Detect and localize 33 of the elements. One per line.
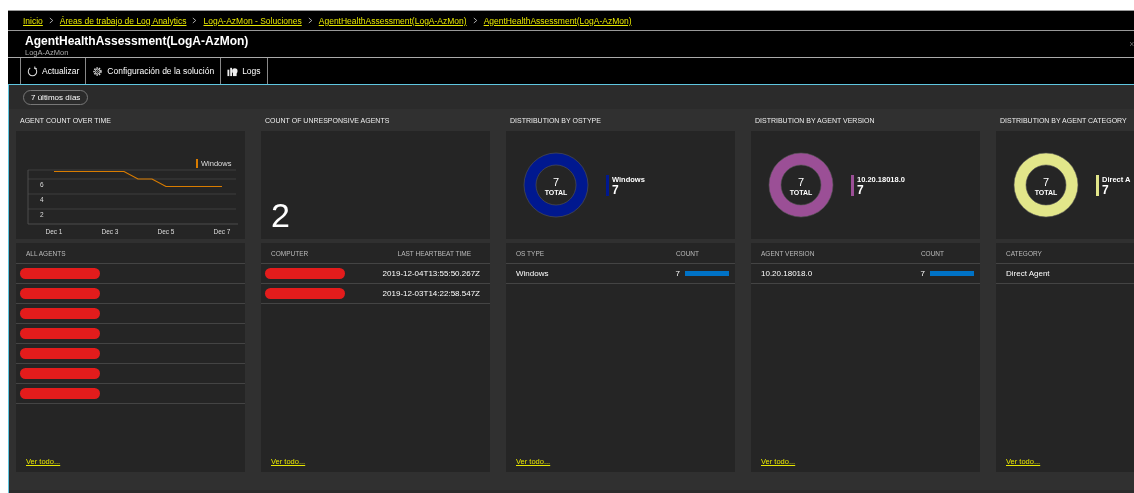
breadcrumb-link[interactable]: Áreas de trabajo de Log Analytics <box>59 15 187 26</box>
breadcrumb-link[interactable]: LogA-AzMon - Soluciones <box>203 15 302 26</box>
time-filter-button[interactable]: 7 últimos días <box>23 89 89 105</box>
agent-count-value: 2 <box>271 196 290 235</box>
donut-total-value: 7 <box>797 176 805 188</box>
legend-value: 7 <box>857 183 865 196</box>
legend-value: 7 <box>612 183 620 196</box>
chevron-icon <box>472 17 478 24</box>
legend-swatch <box>1096 174 1099 196</box>
chevron-icon <box>307 17 313 24</box>
breadcrumb-link[interactable]: Inicio <box>23 15 43 26</box>
table-cell-text: 2019-12-03T14:22:58.547Z <box>381 289 481 298</box>
legend-value: 7 <box>1102 183 1110 196</box>
chevron-icon <box>48 17 54 24</box>
chevron-icon <box>192 17 198 24</box>
blade-title: AgentHealthAssessment(LogA-AzMon) <box>25 34 249 48</box>
refresh-icon <box>27 65 38 77</box>
donut-total-value: 7 <box>1042 176 1050 188</box>
close-icon[interactable] <box>1130 39 1134 49</box>
legend-swatch <box>851 174 854 196</box>
breadcrumb-link[interactable]: AgentHealthAssessment(LogA-AzMon) <box>318 15 467 26</box>
table-cell-text: 2019-12-04T13:55:50.267Z <box>381 269 481 278</box>
logs-icon <box>227 65 239 77</box>
toolbar-button[interactable]: Logs <box>220 58 268 84</box>
table-cell-text: 7 <box>674 269 680 278</box>
breadcrumb-link[interactable]: AgentHealthAssessment(LogA-AzMon) <box>483 15 632 26</box>
table-cell-text: 10.20.18018.0 <box>760 269 813 278</box>
table-cell-text: Direct Agent <box>1005 269 1050 278</box>
donut-total-value: 7 <box>552 176 560 188</box>
gear-icon <box>92 65 104 77</box>
table-cell-text: 7 <box>919 269 925 278</box>
legend-swatch <box>606 174 609 196</box>
table-cell-text: Windows <box>515 269 549 278</box>
